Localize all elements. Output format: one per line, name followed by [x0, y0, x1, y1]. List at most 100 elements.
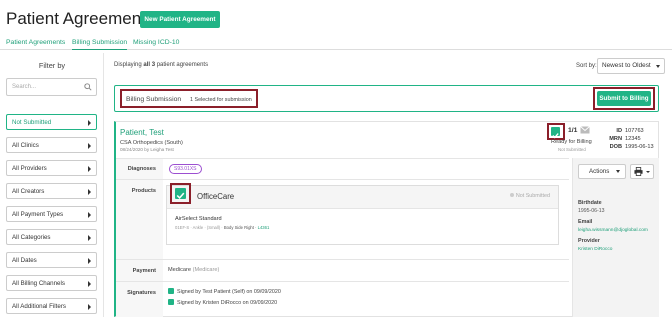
sort-label: Sort by: [576, 63, 597, 69]
chevron-right-icon [88, 143, 91, 149]
agreement-card: Patient, Test CSA Orthopedics (South) 08… [114, 121, 659, 317]
filter-billing-channels[interactable]: All Billing Channels [6, 275, 97, 291]
search-placeholder: Search... [12, 84, 37, 90]
provider-link[interactable]: Kristen DiRocco [578, 247, 612, 252]
dob-label: DOB [609, 144, 622, 151]
filter-dates-label: All Dates [12, 257, 37, 264]
product-item-detail: 01EF-S · Ankle · (Small) · Body Side Rig… [175, 225, 269, 230]
patient-ids: ID 107763 MRN 12345 DOB 1995-06-13 [600, 127, 653, 152]
diagnoses-label: Diagnoses [127, 166, 156, 172]
chevron-down-icon [656, 65, 660, 68]
product-status-text: Not Submitted [515, 193, 550, 199]
check-icon [176, 192, 185, 200]
results-prefix: Displaying [114, 62, 142, 68]
signature-text: Signed by Test Patient (Self) on 09/09/2… [177, 289, 281, 295]
filter-categories[interactable]: All Categories [6, 229, 97, 245]
filter-payment-types-label: All Payment Types [12, 211, 64, 218]
print-dropdown[interactable] [630, 164, 654, 179]
product-checkbox[interactable] [175, 188, 186, 200]
mrn-label: MRN [609, 136, 622, 143]
tab-missing-icd10[interactable]: Missing ICD-10 [133, 39, 179, 46]
filter-status[interactable]: Not Submitted [6, 114, 97, 130]
tab-patient-agreements[interactable]: Patient Agreements [6, 39, 65, 46]
filter-dates[interactable]: All Dates [6, 252, 97, 268]
product-highlight-box [170, 183, 191, 204]
billing-highlight-box: Billing Submission 1 Selected for submis… [120, 89, 258, 108]
tab-bar: Patient Agreements Billing Submission Mi… [0, 38, 672, 50]
filter-providers[interactable]: All Providers [6, 160, 97, 176]
ready-checkbox[interactable] [551, 127, 560, 139]
sort-select[interactable]: Newest to Oldest [597, 58, 665, 74]
filter-categories-label: All Categories [12, 234, 51, 241]
mail-icon[interactable] [580, 126, 590, 134]
tab-billing-submission[interactable]: Billing Submission [72, 39, 128, 50]
signature-row: Signed by Kristen DiRocco on 09/09/2020 [168, 299, 277, 306]
signature-text: Signed by Kristen DiRocco on 09/09/2020 [177, 300, 278, 306]
email-link[interactable]: leigha.wissmann@djoglobal.com [578, 228, 648, 233]
chevron-right-icon [88, 235, 91, 241]
chevron-down-icon [646, 171, 650, 173]
payment-label: Payment [132, 268, 156, 274]
filter-billing-channels-label: All Billing Channels [12, 280, 65, 287]
filter-creators-label: All Creators [12, 188, 45, 195]
main-content: Displaying all 3 patient agreements Sort… [114, 53, 666, 317]
filter-sidebar: Filter by Search... Not Submitted All Cl… [0, 53, 104, 317]
results-count-value: all 3 [143, 62, 156, 68]
selected-count: 1 Selected for submission [190, 97, 252, 103]
chevron-right-icon [88, 189, 91, 195]
filter-payment-types[interactable]: All Payment Types [6, 206, 97, 222]
search-icon [84, 83, 92, 91]
birthdate-value: 1995-06-13 [578, 208, 605, 214]
payment-sub: (Medicare) [192, 267, 220, 273]
signatures-label: Signatures [127, 290, 156, 296]
diagnosis-code-badge[interactable]: S93.01XS [169, 164, 202, 174]
mrn-value: 12345 [625, 136, 641, 143]
check-icon [168, 299, 174, 305]
chevron-right-icon [88, 281, 91, 287]
actions-label: Actions [589, 168, 610, 175]
filter-creators[interactable]: All Creators [6, 183, 97, 199]
filter-additional[interactable]: All Additional Filters [6, 298, 97, 314]
chevron-right-icon [88, 120, 91, 126]
filter-title: Filter by [38, 61, 66, 70]
new-patient-agreement-button[interactable]: New Patient Agreement [140, 11, 220, 28]
product-detail-side: Body Side Right · [223, 225, 257, 230]
payment-type: Medicare [168, 267, 192, 273]
chevron-right-icon [88, 212, 91, 218]
submit-highlight-box: Submit to Billing [593, 87, 655, 110]
filter-clinics[interactable]: All Clinics [6, 137, 97, 153]
ready-status: Ready for Billing [551, 139, 592, 145]
id-value: 107763 [625, 128, 644, 134]
submission-status: Not Submitted [558, 147, 586, 152]
patient-name-link[interactable]: Patient, Test [120, 128, 164, 137]
email-label: Email [578, 219, 593, 225]
patient-created-date: 08/24/2020 by Leigha Test [120, 147, 174, 152]
billing-submission-label: Billing Submission [126, 96, 182, 103]
patient-org: CSA Orthopedics (South) [120, 140, 183, 146]
product-detail-code: 01EF-S · Ankle · (Small) · [175, 225, 223, 230]
birthdate-label: Birthdate [578, 200, 602, 206]
chevron-right-icon [88, 304, 91, 310]
print-icon [634, 167, 643, 176]
page-title: Patient Agreements [6, 9, 155, 28]
product-card: OfficeCare Not Submitted AirSelect Stand… [166, 183, 559, 245]
status-dot-icon [509, 193, 514, 197]
hcpcs-link[interactable]: L4361 [258, 225, 270, 230]
filter-status-label: Not Submitted [12, 119, 52, 126]
product-name: OfficeCare [197, 192, 235, 201]
filter-clinics-label: All Clinics [12, 142, 39, 149]
actions-dropdown[interactable]: Actions [578, 164, 626, 179]
search-input[interactable]: Search... [6, 78, 97, 96]
check-icon [168, 288, 174, 294]
products-label: Products [131, 188, 156, 194]
patient-info-panel: Actions Birthdate 1995-06-13 Email leigh… [572, 158, 659, 317]
ready-count: 1/1 [568, 127, 578, 134]
product-item-name: AirSelect Standard [175, 216, 222, 222]
filter-additional-label: All Additional Filters [12, 303, 66, 310]
ready-highlight-box [547, 123, 565, 140]
provider-label: Provider [578, 238, 600, 244]
chevron-right-icon [88, 166, 91, 172]
product-status: Not Submitted [509, 193, 550, 199]
submit-to-billing-button[interactable]: Submit to Billing [597, 91, 651, 106]
chevron-right-icon [88, 258, 91, 264]
